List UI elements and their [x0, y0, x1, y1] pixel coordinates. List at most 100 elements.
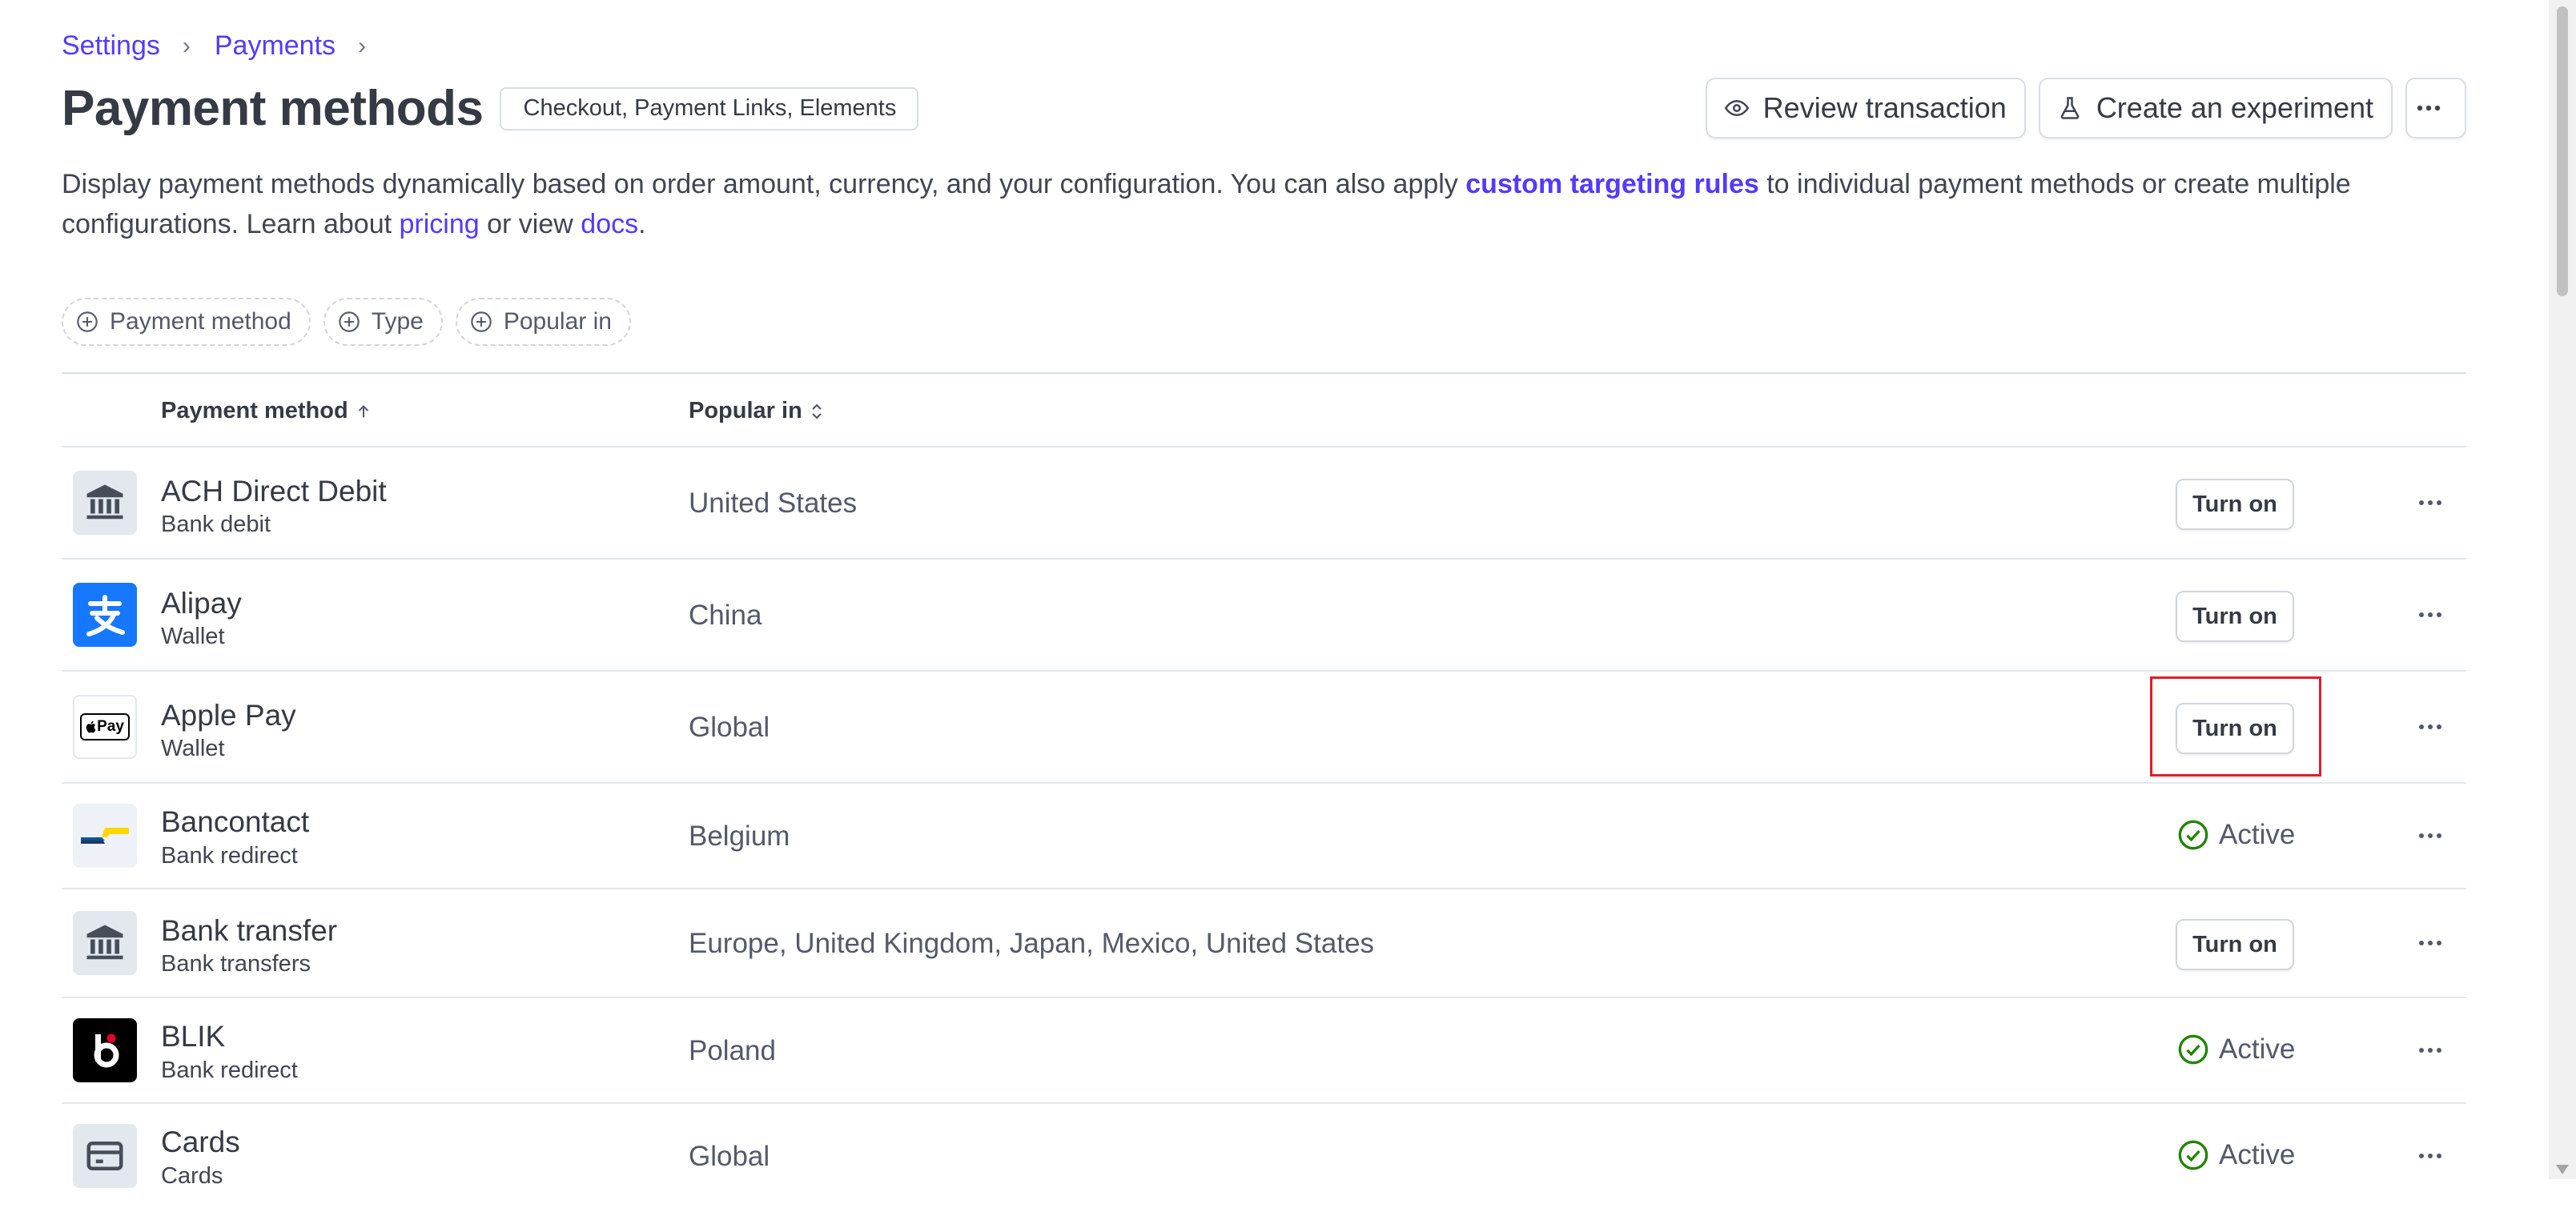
row-more-button[interactable]	[2410, 487, 2450, 519]
more-horizontal-icon	[2419, 1048, 2441, 1053]
payment-method-name: Alipay	[161, 587, 242, 620]
filter-payment-method[interactable]: Payment method	[62, 298, 311, 346]
more-horizontal-icon	[2419, 833, 2441, 838]
row-more-button[interactable]	[2410, 711, 2450, 743]
check-circle-icon	[2178, 1140, 2208, 1170]
status-active: Active	[2177, 1139, 2295, 1171]
page-description: Display payment methods dynamically base…	[62, 164, 2464, 244]
column-label: Payment method	[161, 398, 348, 423]
scroll-down-arrow-icon[interactable]	[2556, 1165, 2569, 1174]
plus-circle-icon	[77, 311, 98, 332]
scrollbar-thumb[interactable]	[2557, 6, 2568, 296]
plus-circle-icon	[339, 311, 360, 332]
breadcrumb: Settings › Payments ›	[62, 30, 390, 62]
sort-icon	[812, 403, 822, 419]
filter-popular-in[interactable]: Popular in	[455, 298, 631, 346]
payment-method-type: Cards	[161, 1163, 223, 1189]
description-text: .	[638, 209, 646, 239]
popular-in-value: Europe, United Kingdom, Japan, Mexico, U…	[689, 928, 1375, 959]
popular-in-value: Poland	[689, 1035, 776, 1066]
popular-in-value: Belgium	[689, 821, 790, 852]
description-text: Display payment methods dynamically base…	[62, 169, 1466, 199]
arrow-up-icon	[358, 404, 368, 417]
status-active: Active	[2177, 819, 2295, 851]
popular-in-value: Global	[689, 712, 770, 743]
check-circle-icon	[2178, 820, 2208, 850]
table-row[interactable]: Pay Apple Pay Wallet Global Turn on	[62, 672, 2466, 784]
custom-targeting-rules-link[interactable]: custom targeting rules	[1465, 169, 1759, 199]
row-more-button[interactable]	[2410, 599, 2450, 631]
row-more-button[interactable]	[2410, 1034, 2450, 1066]
payment-method-name: BLIK	[161, 1020, 226, 1053]
popular-in-value: China	[689, 600, 762, 631]
filter-label: Payment method	[110, 308, 291, 335]
payment-method-type: Wallet	[161, 736, 225, 761]
review-transaction-button[interactable]: Review transaction	[1705, 78, 2026, 138]
alipay-logo	[73, 583, 137, 647]
payment-method-type: Bank debit	[161, 512, 271, 537]
breadcrumb-separator: ›	[182, 32, 191, 59]
turn-on-button[interactable]: Turn on	[2176, 591, 2294, 642]
payment-method-type: Bank redirect	[161, 1058, 298, 1083]
table-row[interactable]: BLIK Bank redirect Poland Active	[62, 998, 2466, 1104]
more-horizontal-icon	[2417, 105, 2441, 111]
turn-on-button[interactable]: Turn on	[2176, 479, 2294, 530]
table-row[interactable]: Bank transfer Bank transfers Europe, Uni…	[62, 889, 2466, 998]
column-label: Popular in	[689, 398, 802, 423]
breadcrumb-payments[interactable]: Payments	[215, 30, 336, 62]
page-title: Payment methods	[62, 81, 484, 136]
filter-bar: Payment method Type Popular in	[62, 298, 631, 346]
vertical-scrollbar[interactable]	[2549, 0, 2576, 1179]
table-row[interactable]: Cards Cards Global Active	[62, 1104, 2466, 1208]
review-transaction-label: Review transaction	[1762, 91, 2007, 124]
integration-tag: Checkout, Payment Links, Elements	[499, 86, 919, 130]
column-header-popular-in[interactable]: Popular in	[689, 398, 825, 424]
column-header-payment-method[interactable]: Payment method	[161, 398, 372, 424]
description-text: or view	[479, 209, 581, 239]
create-experiment-button[interactable]: Create an experiment	[2038, 78, 2393, 138]
row-more-button[interactable]	[2410, 927, 2450, 959]
table-row[interactable]: ACH Direct Debit Bank debit United State…	[62, 447, 2466, 560]
table-row[interactable]: Alipay Wallet China Turn on	[62, 560, 2466, 672]
filter-type[interactable]: Type	[323, 298, 443, 346]
row-more-button[interactable]	[2410, 820, 2450, 852]
status-active: Active	[2177, 1033, 2295, 1066]
blik-logo	[73, 1018, 137, 1082]
status-label: Active	[2219, 819, 2296, 850]
payment-method-type: Bank redirect	[161, 843, 298, 869]
status-label: Active	[2219, 1033, 2296, 1065]
more-horizontal-icon	[2419, 612, 2441, 617]
more-actions-button[interactable]	[2405, 78, 2466, 138]
more-horizontal-icon	[2419, 724, 2441, 729]
table-header: Payment method Popular in	[62, 374, 2466, 447]
more-horizontal-icon	[2419, 1154, 2441, 1158]
popular-in-value: Global	[689, 1141, 770, 1172]
eye-icon	[1724, 99, 1749, 117]
create-experiment-label: Create an experiment	[2096, 91, 2373, 124]
row-more-button[interactable]	[2410, 1140, 2450, 1172]
breadcrumb-settings[interactable]: Settings	[62, 30, 160, 62]
plus-circle-icon	[471, 311, 492, 332]
payment-method-type: Bank transfers	[161, 951, 311, 977]
header-actions: Review transaction Create an experiment	[1705, 78, 2466, 138]
table-row[interactable]: Bancontact Bank redirect Belgium Active	[62, 784, 2466, 889]
apple-pay-logo: Pay	[73, 695, 137, 759]
popular-in-value: United States	[689, 488, 858, 519]
more-horizontal-icon	[2419, 941, 2441, 945]
turn-on-button[interactable]: Turn on	[2176, 919, 2294, 970]
payment-method-name: ACH Direct Debit	[161, 475, 387, 508]
pricing-link[interactable]: pricing	[400, 209, 480, 239]
more-horizontal-icon	[2419, 500, 2441, 505]
bancontact-logo	[73, 804, 137, 868]
apple-pay-mark: Pay	[80, 713, 130, 740]
title-row: Payment methods Checkout, Payment Links,…	[62, 80, 919, 137]
apple-pay-text: Pay	[97, 718, 124, 735]
payment-method-type: Wallet	[161, 624, 225, 649]
flask-icon	[2060, 97, 2080, 119]
highlight-box	[2150, 676, 2321, 777]
bank-icon	[73, 911, 137, 975]
status-label: Active	[2219, 1139, 2296, 1170]
card-icon	[73, 1124, 137, 1188]
docs-link[interactable]: docs	[581, 209, 638, 239]
payment-method-name: Bancontact	[161, 805, 310, 838]
